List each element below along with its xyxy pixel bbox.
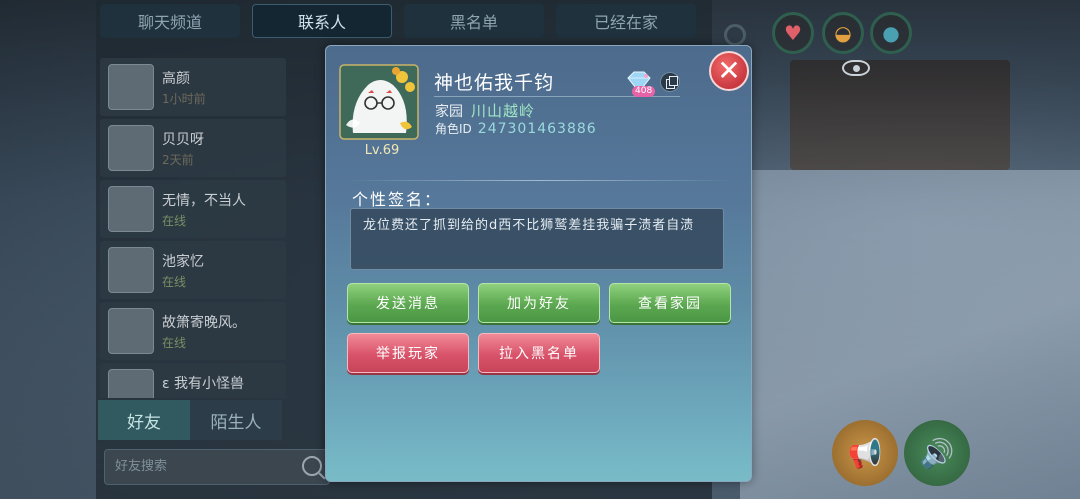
food-icon[interactable]: ◒ [822, 12, 864, 54]
avatar [108, 308, 154, 354]
eye-icon[interactable] [842, 60, 870, 76]
top-tab-bar: 聊天频道 联系人 黑名单 已经在家 [100, 4, 696, 38]
send-message-button[interactable]: 发送消息 [347, 283, 469, 323]
background-building [790, 60, 1010, 170]
role-id-value: 247301463886 [477, 121, 597, 137]
friend-name: ε 我有小怪兽 [162, 376, 245, 392]
player-level: Lv.69 [364, 143, 400, 158]
copy-icon[interactable] [660, 72, 680, 92]
friend-status: 2天前 [162, 153, 194, 167]
view-home-button[interactable]: 查看家园 [609, 283, 731, 323]
player-avatar [339, 64, 419, 140]
avatar [108, 186, 154, 232]
home-label: 家园 [435, 104, 463, 120]
avatar [108, 247, 154, 293]
blacklist-button[interactable]: 拉入黑名单 [478, 333, 600, 373]
role-id-row: 角色ID 247301463886 [435, 120, 597, 137]
friend-name: 池家忆 [162, 254, 204, 270]
player-name: 神也佑我千钧 [434, 72, 555, 94]
avatar [108, 369, 154, 398]
friend-list-item[interactable]: 故箫寄晚风。 在线 [100, 302, 286, 360]
friend-status: 在线 [162, 336, 187, 350]
friend-list-item[interactable]: 高颜 1小时前 [100, 58, 286, 116]
friend-list-item[interactable]: 池家忆 在线 [100, 241, 286, 299]
friend-list-item[interactable]: 无情，不当人 在线 [100, 180, 286, 238]
avatar [108, 64, 154, 110]
friend-list-item[interactable]: 贝贝呀 2天前 [100, 119, 286, 177]
badge-count: 408 [632, 86, 656, 97]
friend-status: 在线 [162, 214, 187, 228]
search-icon[interactable] [302, 456, 322, 476]
friend-status: 在线 [162, 275, 187, 289]
close-button[interactable]: ✕ [709, 51, 749, 91]
heart-icon[interactable]: ♥ [772, 12, 814, 54]
megaphone-icon[interactable]: 📢 [832, 420, 898, 486]
tab-at-home[interactable]: 已经在家 [556, 4, 696, 38]
add-friend-button[interactable]: 加为好友 [478, 283, 600, 323]
friend-name: 无情，不当人 [162, 193, 246, 209]
role-id-label: 角色ID [435, 122, 472, 136]
friend-list-item[interactable]: ε 我有小怪兽 [100, 363, 286, 398]
signature-label: 个性签名： [352, 190, 443, 209]
friend-name: 故箫寄晚风。 [162, 315, 246, 331]
tab-friends[interactable]: 好友 [98, 400, 190, 440]
friend-status: 1小时前 [162, 92, 206, 106]
friend-list[interactable]: 高颜 1小时前 贝贝呀 2天前 无情，不当人 在线 池家忆 在线 故箫寄晚风。 … [100, 58, 286, 398]
avatar [108, 125, 154, 171]
tab-strangers[interactable]: 陌生人 [190, 400, 282, 440]
friend-search-input[interactable]: 好友搜索 [104, 449, 330, 485]
home-value[interactable]: 川山越岭 [471, 102, 535, 120]
water-drop-icon[interactable]: ● [870, 12, 912, 54]
radar-icon[interactable] [724, 24, 746, 46]
report-player-button[interactable]: 举报玩家 [347, 333, 469, 373]
home-row: 家园 川山越岭 [435, 100, 535, 121]
section-divider [345, 180, 735, 181]
tab-chat-channel[interactable]: 聊天频道 [100, 4, 240, 38]
tab-contacts[interactable]: 联系人 [252, 4, 392, 38]
voice-chat-icon[interactable]: 🔊 [904, 420, 970, 486]
bottom-tab-bar: 好友 陌生人 [98, 400, 282, 440]
signature-text: 龙位费还了抓到给的d西不比狮鹫差挂我骗子渍者自渍 [350, 208, 724, 270]
tab-blacklist[interactable]: 黑名单 [404, 4, 544, 38]
friend-name: 贝贝呀 [162, 132, 204, 148]
friend-name: 高颜 [162, 71, 190, 87]
